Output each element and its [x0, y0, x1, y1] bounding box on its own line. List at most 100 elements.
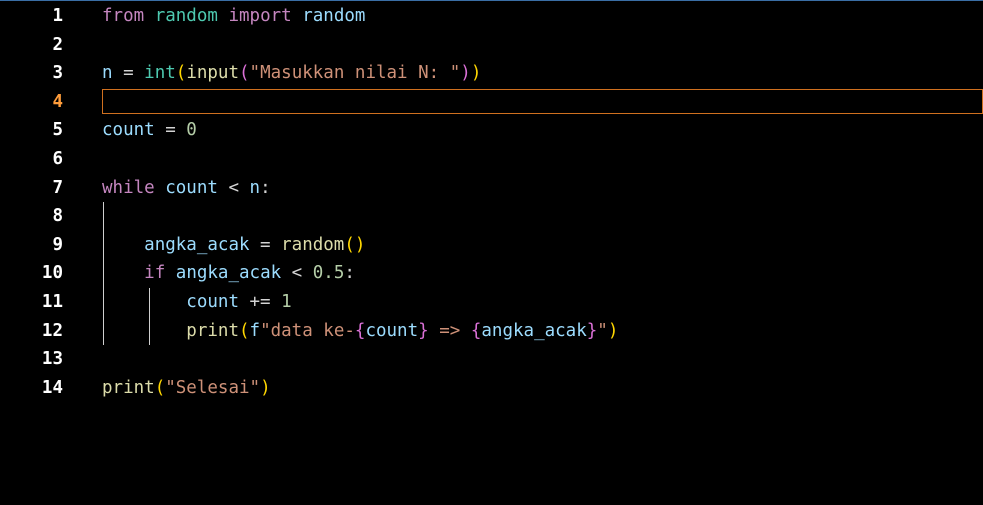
code-token: count: [365, 320, 419, 341]
line-number: 10: [41, 263, 63, 284]
line-number: 8: [52, 206, 63, 227]
indent-guide: [103, 202, 104, 231]
code-token: (: [154, 377, 166, 398]
code-token: =: [154, 120, 187, 141]
line-number: 4: [52, 91, 63, 112]
code-token: 0: [186, 120, 197, 141]
code-line-2[interactable]: 2: [0, 31, 983, 60]
code-token: import: [228, 6, 292, 26]
line-number: 1: [52, 6, 63, 26]
code-token: =: [112, 63, 145, 84]
code-token: (: [175, 63, 187, 84]
code-line-12[interactable]: 12 print(f"data ke-{count} => {angka_aca…: [0, 316, 983, 346]
code-token: count: [102, 120, 155, 141]
code-token: (: [239, 63, 250, 84]
code-token: {: [470, 320, 482, 341]
code-token: {: [354, 320, 366, 341]
code-token: <: [217, 177, 250, 198]
line-number: 13: [41, 349, 63, 370]
code-line-11[interactable]: 11 count += 1: [0, 287, 983, 317]
code-editor[interactable]: 1 from random import random 2 3 n = int(inpu…: [0, 2, 983, 402]
code-token: f: [249, 320, 261, 341]
code-token: print: [186, 320, 239, 341]
code-line-14[interactable]: 14 print("Selesai"): [0, 374, 983, 403]
line-number: 14: [41, 377, 63, 398]
code-text[interactable]: print("Selesai"): [102, 374, 271, 403]
code-text[interactable]: n = int(input("Masukkan nilai N: ")): [102, 59, 481, 88]
code-token: ): [470, 63, 482, 84]
code-line-5[interactable]: 5 count = 0: [0, 116, 983, 145]
code-token: :: [344, 263, 355, 284]
code-token: int: [144, 63, 176, 84]
code-line-3[interactable]: 3n = int(input("Masukkan nilai N: ")): [0, 59, 983, 88]
code-line-1[interactable]: 1 from random import random: [0, 2, 983, 31]
code-token: n: [102, 63, 113, 84]
line-number: 7: [52, 177, 63, 198]
code-text[interactable]: print(f"data ke-{count} => {angka_acak}"…: [102, 317, 618, 346]
code-token: count: [186, 291, 239, 312]
line-number: 12: [41, 320, 63, 341]
code-token: random: [154, 6, 218, 26]
code-token: ): [260, 377, 271, 398]
line-number: 3: [52, 63, 63, 84]
code-text[interactable]: angka_acak = random(): [102, 231, 365, 260]
current-line-highlight: [102, 88, 983, 114]
code-token: ): [354, 234, 366, 255]
code-token: from: [102, 6, 145, 26]
code-token: n: [249, 177, 261, 198]
code-token: }: [586, 320, 598, 341]
code-text[interactable]: count += 1: [102, 288, 292, 317]
code-token: input: [186, 63, 239, 84]
code-line-4[interactable]: 4: [0, 88, 983, 117]
code-line-7[interactable]: 7 while count < n:: [0, 174, 983, 203]
code-token: print: [102, 377, 155, 398]
code-line-6[interactable]: 6: [0, 145, 983, 174]
code-token: count: [165, 177, 218, 198]
code-token: <: [281, 263, 313, 284]
code-text[interactable]: count = 0: [102, 116, 197, 145]
code-text[interactable]: from random import random: [102, 2, 365, 31]
code-token: angka_acak: [481, 320, 587, 341]
line-number: 2: [52, 34, 63, 55]
code-token: ): [607, 320, 619, 341]
code-token: angka_acak: [144, 234, 250, 255]
line-number: 11: [41, 291, 63, 312]
line-number: 9: [52, 234, 63, 255]
code-token: (: [238, 320, 250, 341]
code-text[interactable]: while count < n:: [102, 174, 271, 203]
code-token: :: [260, 177, 271, 198]
code-line-13[interactable]: 13: [0, 345, 983, 374]
code-token: 1: [281, 291, 292, 312]
code-token: =>: [428, 320, 471, 341]
code-token: angka_acak: [175, 263, 282, 284]
code-token: +=: [238, 291, 282, 312]
code-token: "Masukkan nilai N: ": [249, 63, 461, 84]
code-token: 0.5: [312, 263, 345, 284]
code-token: "Selesai": [165, 377, 261, 398]
code-text[interactable]: if angka_acak < 0.5:: [102, 259, 355, 288]
code-line-10[interactable]: 10 if angka_acak < 0.5:: [0, 259, 983, 288]
code-token: "data ke-: [260, 320, 355, 341]
code-token: =: [249, 234, 282, 255]
code-token: }: [418, 320, 429, 341]
code-token: ): [460, 63, 471, 84]
code-token: (: [344, 234, 355, 255]
code-token: if: [144, 263, 166, 284]
code-token: while: [102, 177, 155, 198]
code-token: random: [281, 234, 345, 255]
editor-top-border: [0, 0, 983, 1]
code-line-8[interactable]: 8: [0, 202, 983, 231]
line-number: 6: [52, 148, 63, 169]
code-token: random: [302, 6, 366, 26]
code-line-9[interactable]: 9 angka_acak = random(): [0, 230, 983, 260]
line-number: 5: [52, 120, 63, 141]
